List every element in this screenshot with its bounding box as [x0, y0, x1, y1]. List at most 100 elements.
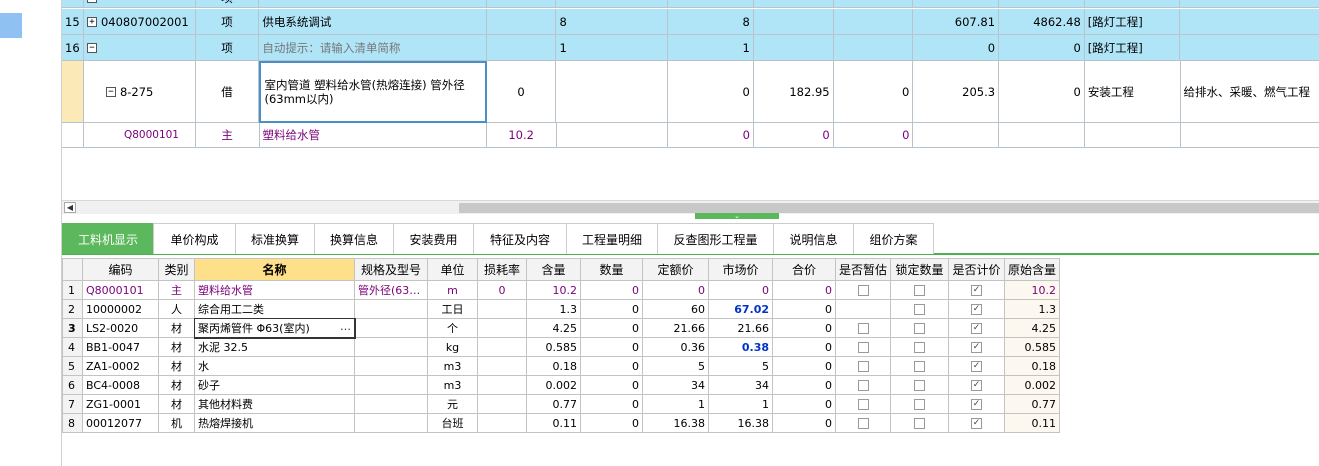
cell-market-price[interactable]: 67.02 [708, 299, 773, 319]
table-row[interactable]: 6 BC4-0008 材砂子 m3 0.002 0 34 34 0 ✓ 0.002 [62, 375, 1061, 395]
collapse-icon[interactable]: − [86, 42, 97, 53]
table-row[interactable]: Q8000101 主 塑料给水管 10.2 0 0 0 [62, 123, 1319, 148]
cell-content[interactable]: 0.585 [526, 337, 581, 357]
cell-code[interactable]: ZG1-0001 [82, 394, 159, 414]
cell-code[interactable]: 10000002 [82, 299, 159, 319]
cell-spec[interactable] [354, 394, 428, 414]
horizontal-scrollbar[interactable]: ◀ [62, 200, 1319, 214]
cell-content[interactable]: 4.25 [526, 318, 581, 338]
col-loss-rate[interactable]: 损耗率 [477, 258, 527, 281]
cell-loss-rate[interactable]: 0 [477, 280, 527, 300]
quantity[interactable]: 1 [668, 35, 754, 61]
quantity[interactable]: 0 [668, 61, 754, 123]
cell-amount[interactable]: 0 [580, 299, 643, 319]
table-row[interactable]: 4 BB1-0047 材水泥 32.5 kg 0.585 0 0.36 0.38 0 ✓ 0.585 [62, 337, 1061, 357]
cell-loss-rate[interactable] [477, 375, 527, 395]
cell-name[interactable]: 塑料给水管 [194, 280, 355, 300]
cell-amount[interactable]: 0 [580, 413, 643, 433]
cell-name[interactable]: 砂子 [194, 375, 355, 395]
col-market-price[interactable]: 市场价 [708, 258, 773, 281]
table-row[interactable]: − 项 [62, 0, 1319, 8]
cell-loss-rate[interactable] [477, 299, 527, 319]
cell-unit[interactable]: 个 [427, 318, 478, 338]
collapse-icon[interactable]: − [105, 86, 116, 97]
quota-name[interactable]: 室内管道 塑料给水管(热熔连接) 管外径(63mm以内) [259, 61, 487, 123]
cell-market-price[interactable]: 16.38 [708, 413, 773, 433]
table-row[interactable]: 5 ZA1-0002 材水 m3 0.18 0 5 5 0 ✓ 0.18 [62, 356, 1061, 376]
table-row[interactable]: 15 +040807002001 项 供电系统调试 8 8 607.81 486… [62, 9, 1319, 35]
cell-category[interactable]: 材 [158, 394, 195, 414]
cell-unit[interactable]: m3 [427, 375, 478, 395]
cell-category[interactable]: 材 [158, 356, 195, 376]
cell-loss-rate[interactable] [477, 413, 527, 433]
cell-content[interactable]: 0.18 [526, 356, 581, 376]
cell-name[interactable]: 热熔焊接机 [194, 413, 355, 433]
estimate-checkbox[interactable] [857, 323, 869, 334]
cell-amount[interactable]: 0 [580, 318, 643, 338]
estimate-checkbox[interactable] [857, 399, 869, 410]
col-content[interactable]: 含量 [526, 258, 581, 281]
col-spec[interactable]: 规格及型号 [354, 258, 428, 281]
tab-graphic-quantity[interactable]: 反查图形工程量 [657, 223, 774, 254]
cell-category[interactable]: 材 [158, 318, 195, 338]
lock-checkbox[interactable] [914, 285, 926, 296]
cell-market-price[interactable]: 5 [708, 356, 773, 376]
ellipsis-icon[interactable]: … [340, 320, 351, 333]
cell-content[interactable]: 0.002 [526, 375, 581, 395]
tab-features[interactable]: 特征及内容 [473, 223, 567, 254]
cell-spec[interactable] [354, 318, 428, 338]
cell-content[interactable]: 10.2 [526, 280, 581, 300]
estimate-checkbox[interactable] [857, 418, 869, 429]
cell-amount[interactable]: 0 [580, 280, 643, 300]
cell-unit[interactable]: m [427, 280, 478, 300]
table-row[interactable]: 8 00012077 机热熔焊接机 台班 0.11 0 16.38 16.38 0 ✓ 0.11 [62, 413, 1061, 433]
cell-unit[interactable]: 工日 [427, 299, 478, 319]
cell-spec[interactable] [354, 299, 428, 319]
tab-conversion-info[interactable]: 换算信息 [314, 223, 394, 254]
cell-loss-rate[interactable] [477, 337, 527, 357]
cell-unit[interactable]: 台班 [427, 413, 478, 433]
priced-checkbox[interactable]: ✓ [971, 304, 983, 315]
estimate-checkbox[interactable] [857, 380, 869, 391]
quantity-expression[interactable]: 1 [556, 35, 669, 61]
cell-code[interactable]: LS2-0020 [82, 318, 159, 338]
lock-checkbox[interactable] [914, 380, 926, 391]
collapse-icon[interactable]: − [86, 0, 97, 3]
cell-category[interactable]: 主 [158, 280, 195, 300]
cell-loss-rate[interactable] [477, 394, 527, 414]
priced-checkbox[interactable]: ✓ [971, 399, 983, 410]
table-row[interactable]: 16 − 项 自动提示：请输入清单简称 1 1 0 0 [路灯工程] [62, 35, 1319, 61]
table-row[interactable]: 2 10000002 人综合用工二类 工日 1.3 0 60 67.02 0 ✓ 1.3 [62, 299, 1061, 319]
col-original-content[interactable]: 原始含量 [1004, 258, 1061, 281]
cell-loss-rate[interactable] [477, 318, 527, 338]
table-row[interactable]: 1 Q8000101 主塑料给水管 管外径(63… m 0 10.2 0 0 0 0 ✓ 10.2 [62, 280, 1061, 300]
col-name[interactable]: 名称 [194, 258, 355, 281]
cell-unit[interactable]: kg [427, 337, 478, 357]
priced-checkbox[interactable]: ✓ [971, 361, 983, 372]
col-quota-price[interactable]: 定额价 [642, 258, 709, 281]
cell-spec[interactable] [354, 413, 428, 433]
cell-spec[interactable] [354, 337, 428, 357]
cell-market-price[interactable]: 34 [708, 375, 773, 395]
tab-install-fees[interactable]: 安装费用 [393, 223, 474, 254]
tab-notes[interactable]: 说明信息 [773, 223, 854, 254]
cell-category[interactable]: 材 [158, 337, 195, 357]
cell-amount[interactable]: 0 [580, 394, 643, 414]
table-row[interactable]: 3 LS2-0020 材聚丙烯管件 Φ63(室内)… 个 4.25 0 21.66 21.66… [62, 317, 1061, 339]
cell-category[interactable]: 材 [158, 375, 195, 395]
cell-amount[interactable]: 0 [580, 375, 643, 395]
table-row[interactable]: −8-275 借 室内管道 塑料给水管(热熔连接) 管外径(63mm以内) 0 … [62, 61, 1319, 123]
cell-unit[interactable]: 元 [427, 394, 478, 414]
col-lock[interactable]: 锁定数量 [890, 258, 950, 281]
tab-quantity-detail[interactable]: 工程量明细 [566, 223, 658, 254]
cell-category[interactable]: 机 [158, 413, 195, 433]
cell-spec[interactable] [354, 356, 428, 376]
cell-code[interactable]: Q8000101 [82, 280, 159, 300]
cell-code[interactable]: ZA1-0002 [82, 356, 159, 376]
lock-checkbox[interactable] [914, 361, 926, 372]
cell-content[interactable]: 0.11 [526, 413, 581, 433]
cell-name[interactable]: 聚丙烯管件 Φ63(室内)… [193, 317, 356, 339]
scroll-left-icon[interactable]: ◀ [64, 202, 76, 213]
tab-pricing-scheme[interactable]: 组价方案 [853, 223, 934, 254]
quantity-expression[interactable]: 8 [556, 9, 669, 35]
